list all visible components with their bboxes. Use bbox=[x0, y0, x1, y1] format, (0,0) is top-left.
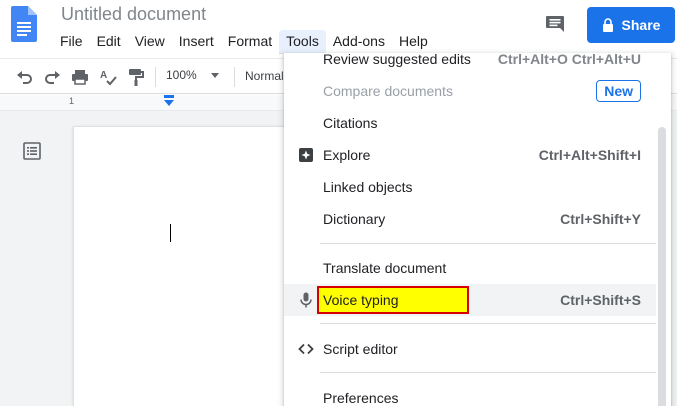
menu-item-shortcut: Ctrl+Alt+Shift+I bbox=[538, 147, 641, 163]
menu-add-ons[interactable]: Add-ons bbox=[326, 30, 392, 54]
menu-item-linked-objects[interactable]: Linked objects bbox=[284, 171, 656, 203]
menu-item-label: Citations bbox=[323, 115, 378, 131]
explore-icon bbox=[299, 148, 313, 162]
menu-divider bbox=[320, 372, 656, 373]
menu-item-label: Review suggested edits bbox=[323, 53, 471, 67]
zoom-value: 100% bbox=[166, 68, 197, 82]
menu-item-shortcut: Ctrl+Shift+Y bbox=[560, 211, 641, 227]
menu-insert[interactable]: Insert bbox=[172, 30, 221, 54]
share-button[interactable]: Share bbox=[587, 7, 675, 43]
menu-divider bbox=[320, 323, 656, 324]
toolbar-divider bbox=[234, 67, 235, 87]
print-icon[interactable] bbox=[70, 67, 90, 87]
undo-icon[interactable] bbox=[15, 67, 35, 87]
menu-item-voice-typing[interactable]: Voice typing Ctrl+Shift+S bbox=[284, 284, 656, 316]
new-badge: New bbox=[596, 80, 641, 102]
ruler-label: 1 bbox=[69, 96, 75, 106]
menu-item-label: Linked objects bbox=[323, 179, 413, 195]
menu-item-compare-documents[interactable]: Compare documents New bbox=[284, 75, 656, 107]
text-cursor bbox=[170, 224, 171, 242]
menu-item-shortcut: Ctrl+Alt+O Ctrl+Alt+U bbox=[497, 53, 641, 67]
menu-item-label: Compare documents bbox=[323, 83, 453, 99]
menu-bar: File Edit View Insert Format Tools Add-o… bbox=[53, 30, 435, 54]
comment-icon[interactable] bbox=[544, 13, 566, 35]
tools-menu: Review suggested edits Ctrl+Alt+O Ctrl+A… bbox=[284, 53, 671, 406]
indent-marker-icon[interactable] bbox=[163, 95, 175, 107]
menu-tools[interactable]: Tools bbox=[279, 30, 326, 54]
menu-item-citations[interactable]: Citations bbox=[284, 107, 656, 139]
menu-item-label: Preferences bbox=[323, 390, 399, 406]
menu-item-label: Script editor bbox=[323, 341, 398, 357]
menu-item-translate-document[interactable]: Translate document bbox=[284, 252, 656, 284]
paint-format-icon[interactable] bbox=[126, 67, 146, 87]
menu-item-script-editor[interactable]: Script editor bbox=[284, 333, 656, 365]
app-header: Untitled document File Edit View Insert … bbox=[0, 0, 677, 57]
menu-item-preferences[interactable]: Preferences bbox=[284, 382, 656, 406]
document-title[interactable]: Untitled document bbox=[61, 4, 206, 25]
menu-divider bbox=[320, 243, 656, 244]
menu-item-label: Explore bbox=[323, 147, 371, 163]
menu-item-label: Dictionary bbox=[323, 211, 386, 227]
menu-item-explore[interactable]: Explore Ctrl+Alt+Shift+I bbox=[284, 139, 656, 171]
menu-item-shortcut: Ctrl+Shift+S bbox=[560, 292, 641, 308]
zoom-select[interactable]: 100% bbox=[166, 68, 219, 82]
menu-item-label: Voice typing bbox=[323, 292, 399, 308]
menu-file[interactable]: File bbox=[53, 30, 90, 54]
redo-icon[interactable] bbox=[42, 67, 62, 87]
menu-edit[interactable]: Edit bbox=[90, 30, 128, 54]
menu-view[interactable]: View bbox=[128, 30, 172, 54]
menu-help[interactable]: Help bbox=[392, 30, 435, 54]
code-icon bbox=[298, 343, 314, 355]
document-outline-icon[interactable] bbox=[22, 141, 42, 161]
menu-item-dictionary[interactable]: Dictionary Ctrl+Shift+Y bbox=[284, 203, 656, 235]
svg-text:A: A bbox=[100, 70, 107, 81]
chevron-down-icon bbox=[210, 72, 219, 78]
menu-item-review-suggested-edits[interactable]: Review suggested edits Ctrl+Alt+O Ctrl+A… bbox=[284, 53, 656, 75]
lock-icon bbox=[602, 18, 613, 32]
microphone-icon bbox=[300, 292, 312, 308]
document-page[interactable] bbox=[73, 126, 303, 406]
toolbar-divider bbox=[155, 67, 156, 87]
spellcheck-icon[interactable]: A bbox=[98, 67, 118, 87]
google-docs-icon[interactable] bbox=[11, 6, 37, 42]
share-label: Share bbox=[621, 17, 661, 33]
paragraph-style-select[interactable]: Normal bbox=[245, 69, 284, 83]
menu-scrollbar[interactable] bbox=[658, 127, 666, 406]
menu-item-label: Translate document bbox=[323, 260, 447, 276]
menu-format[interactable]: Format bbox=[221, 30, 279, 54]
